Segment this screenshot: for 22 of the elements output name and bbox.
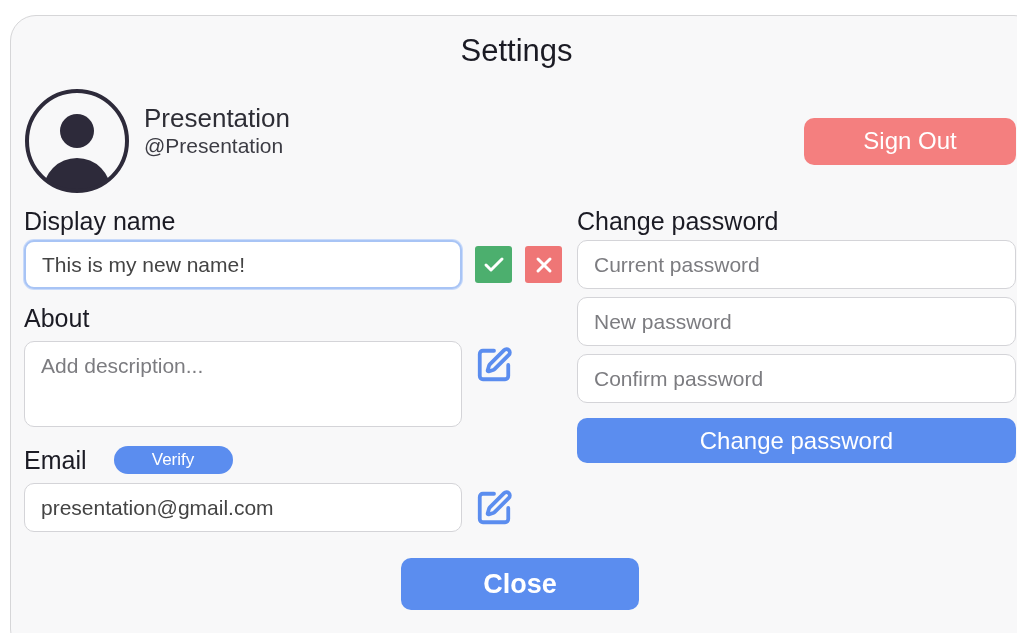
sign-out-button[interactable]: Sign Out bbox=[804, 117, 1016, 165]
password-field[interactable]: Current password bbox=[577, 240, 1016, 289]
email-field[interactable]: presentation@gmail.com bbox=[24, 483, 462, 532]
about-field[interactable]: Add description... bbox=[24, 341, 462, 427]
password-field[interactable]: Confirm password bbox=[577, 354, 1016, 403]
edit-icon[interactable] bbox=[475, 488, 513, 527]
change-password-button[interactable]: Change password bbox=[577, 418, 1016, 463]
profile-handle: @Presentation bbox=[144, 133, 285, 159]
password-field[interactable]: New password bbox=[577, 297, 1016, 346]
field-label: About bbox=[24, 303, 91, 334]
verify-button[interactable]: Verify bbox=[113, 446, 233, 474]
edit-icon[interactable] bbox=[475, 346, 513, 384]
profile-name: Presentation bbox=[144, 103, 291, 133]
cancel-button[interactable] bbox=[525, 246, 562, 283]
display-name-field[interactable]: This is my new name! bbox=[24, 240, 462, 289]
field-label: Display name bbox=[24, 206, 177, 237]
section-label: Change password bbox=[577, 206, 780, 237]
field-label: Email bbox=[24, 445, 87, 476]
avatar-icon bbox=[24, 88, 130, 194]
close-button[interactable]: Close bbox=[401, 558, 639, 610]
confirm-button[interactable] bbox=[475, 246, 512, 283]
dialog-title: Settings bbox=[460, 32, 574, 70]
